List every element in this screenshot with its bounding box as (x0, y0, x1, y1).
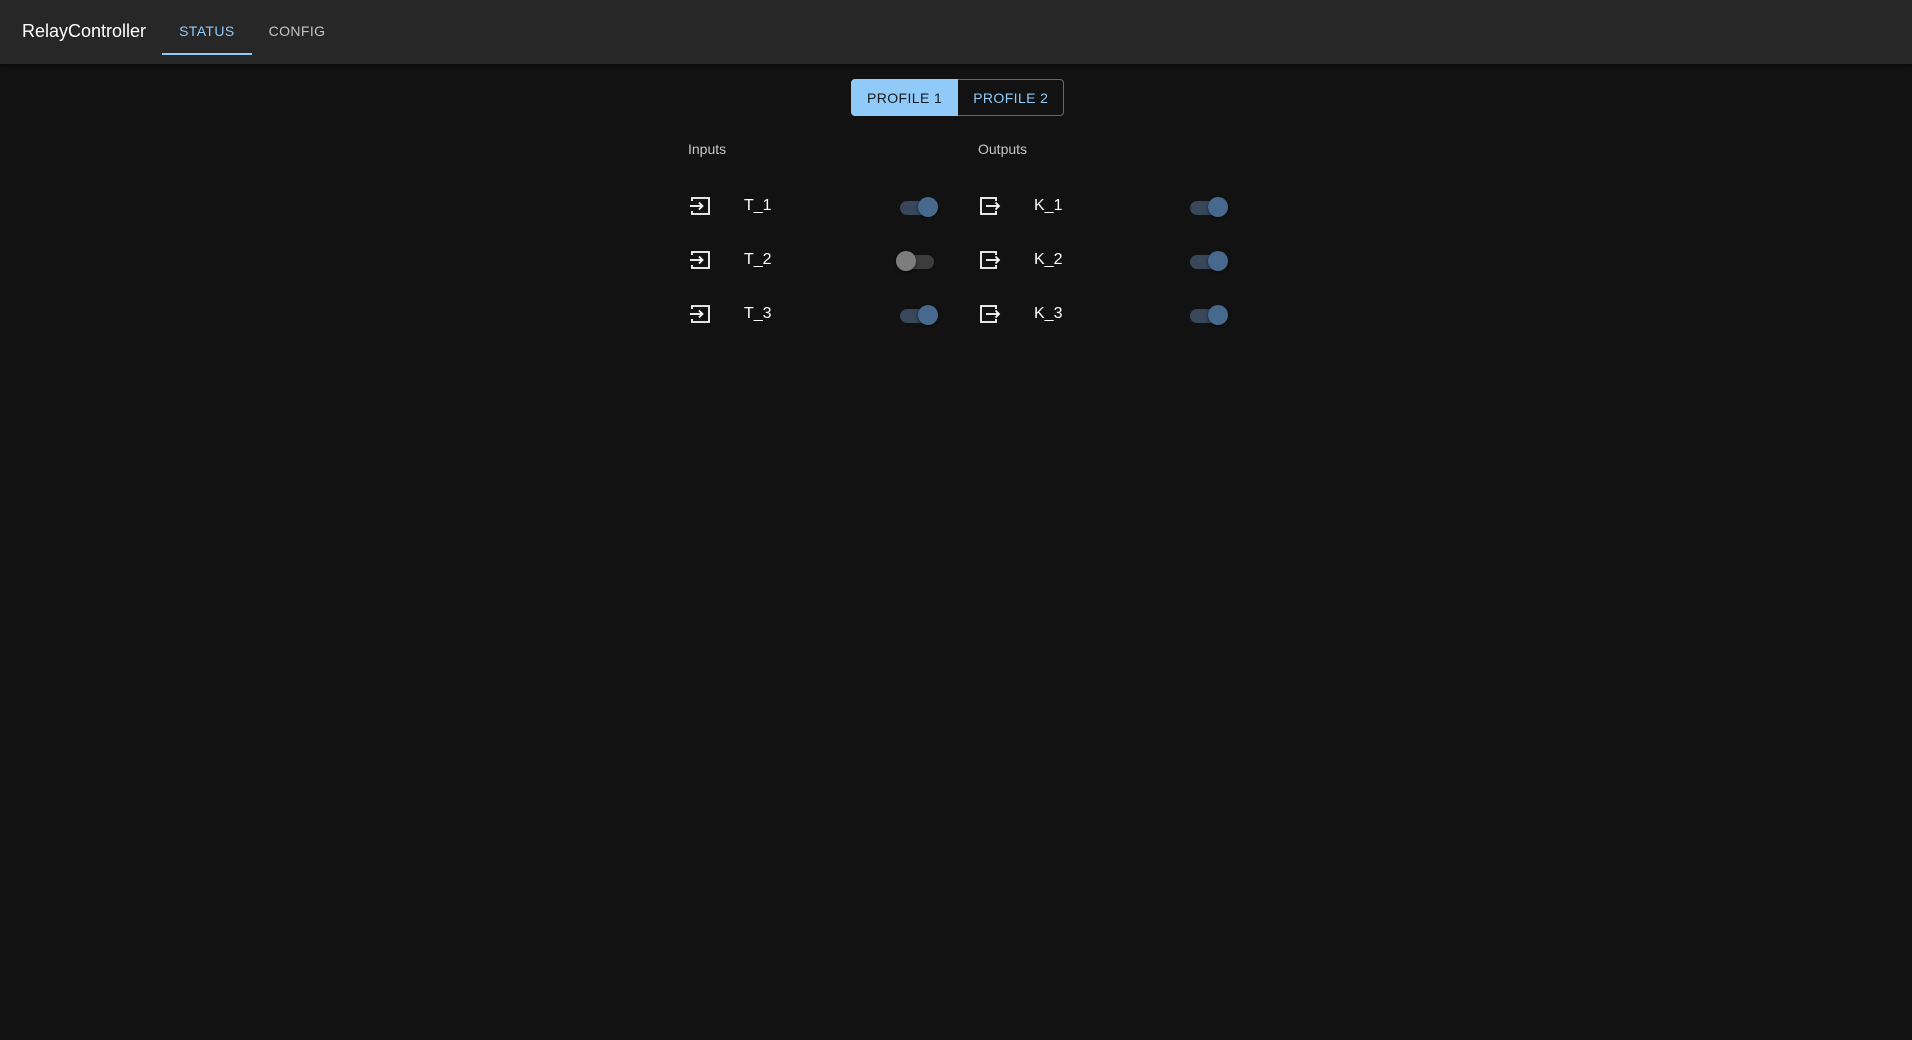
switch-thumb (896, 251, 916, 271)
logout-icon (978, 248, 1002, 272)
output-k2-switch[interactable] (1186, 248, 1228, 272)
login-icon (688, 302, 712, 326)
output-row-k3: K_3 (978, 287, 1248, 341)
output-row-k1: K_1 (978, 179, 1248, 233)
profile-toggle-group: PROFILE 1 PROFILE 2 (851, 79, 1065, 116)
inputs-panel: Inputs T_1 T_2 T_3 (688, 139, 958, 341)
outputs-title: Outputs (978, 141, 1028, 157)
profile-1-button[interactable]: PROFILE 1 (851, 79, 959, 116)
login-icon (688, 194, 712, 218)
input-label: T_2 (744, 251, 772, 268)
input-label: T_3 (744, 305, 772, 322)
input-row-t3: T_3 (688, 287, 958, 341)
inputs-title: Inputs (688, 141, 727, 157)
switch-thumb (918, 197, 938, 217)
input-t2-switch[interactable] (896, 248, 936, 272)
input-t1-switch[interactable] (896, 194, 938, 218)
output-label: K_2 (1034, 251, 1063, 268)
output-label: K_3 (1034, 305, 1063, 322)
tab-status[interactable]: STATUS (162, 0, 252, 62)
app-bar: RelayController STATUS CONFIG (0, 0, 1912, 64)
tab-config[interactable]: CONFIG (252, 0, 343, 62)
output-row-k2: K_2 (978, 233, 1248, 287)
main-tabs: STATUS CONFIG (162, 0, 342, 64)
output-label: K_1 (1034, 197, 1063, 214)
input-label: T_1 (744, 197, 772, 214)
output-k3-switch[interactable] (1186, 302, 1228, 326)
input-t3-switch[interactable] (896, 302, 938, 326)
switch-thumb (1208, 305, 1228, 325)
app-title: RelayController (22, 20, 147, 41)
input-row-t1: T_1 (688, 179, 958, 233)
input-row-t2: T_2 (688, 233, 958, 287)
switch-thumb (1208, 197, 1228, 217)
switch-thumb (1208, 251, 1228, 271)
output-k1-switch[interactable] (1186, 194, 1228, 218)
outputs-panel: Outputs K_1 K_2 K_3 (978, 139, 1248, 341)
logout-icon (978, 302, 1002, 326)
logout-icon (978, 194, 1002, 218)
switch-thumb (918, 305, 938, 325)
login-icon (688, 248, 712, 272)
profile-2-button[interactable]: PROFILE 2 (957, 79, 1065, 116)
